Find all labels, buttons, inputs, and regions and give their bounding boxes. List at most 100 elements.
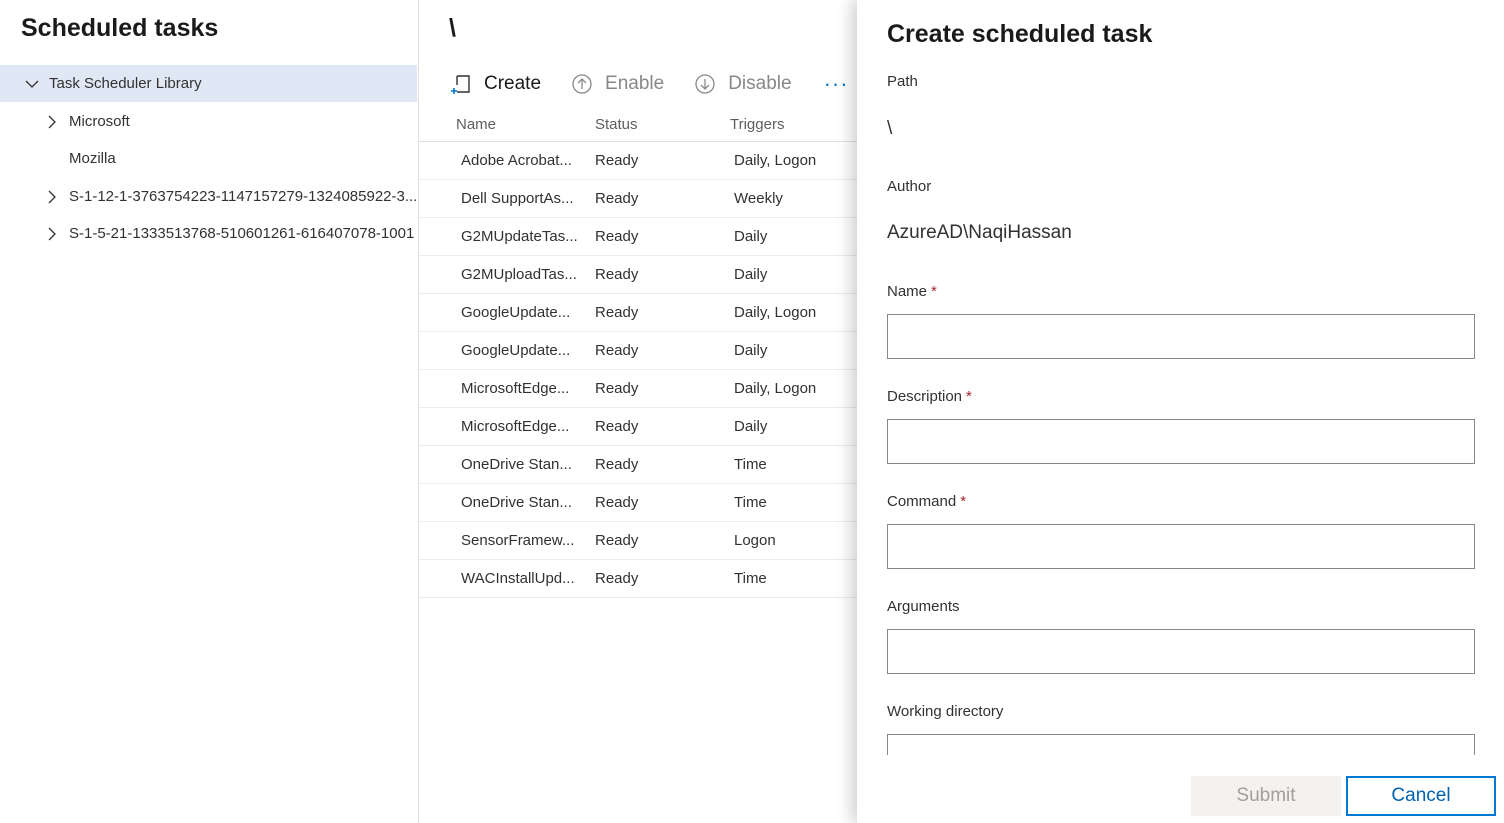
task-name: GoogleUpdate... [461, 342, 571, 359]
task-name: G2MUpdateTas... [461, 228, 578, 245]
table-row[interactable]: G2MUploadTas... Ready Daily [419, 256, 857, 294]
column-header-triggers[interactable]: Triggers [730, 116, 850, 133]
task-status: Ready [595, 342, 639, 359]
chevron-right-icon[interactable] [44, 114, 60, 130]
table-row[interactable]: G2MUpdateTas... Ready Daily [419, 218, 857, 256]
table-row[interactable]: OneDrive Stan... Ready Time [419, 484, 857, 522]
task-triggers: Daily [734, 342, 768, 359]
name-label: Name * [887, 283, 937, 300]
task-status: Ready [595, 380, 639, 397]
working-directory-clip [887, 734, 1475, 755]
create-task-panel: Create scheduled task Path \ Author Azur… [857, 0, 1504, 823]
task-status: Ready [595, 570, 639, 587]
description-label-text: Description [887, 388, 963, 405]
required-mark: * [960, 493, 967, 510]
path-value: \ [887, 118, 893, 139]
task-status: Ready [595, 266, 639, 283]
table-row[interactable]: SensorFramew... Ready Logon [419, 522, 857, 560]
name-label-text: Name [887, 283, 928, 300]
arguments-label: Arguments [887, 598, 960, 615]
table-row[interactable]: Dell SupportAs... Ready Weekly [419, 180, 857, 218]
table-row[interactable]: Adobe Acrobat... Ready Daily, Logon [419, 142, 857, 180]
table-row[interactable]: MicrosoftEdge... Ready Daily [419, 408, 857, 446]
table-row[interactable]: GoogleUpdate... Ready Daily, Logon [419, 294, 857, 332]
working-directory-input[interactable] [888, 735, 1474, 755]
task-triggers: Time [734, 494, 767, 511]
task-status: Ready [595, 494, 639, 511]
description-field[interactable] [887, 419, 1475, 464]
command-input[interactable] [888, 525, 1474, 568]
folder-path-title: \ [449, 14, 456, 42]
tree-item-s-1-12-1[interactable]: S-1-12-1-3763754223-1147157279-132408592… [0, 178, 417, 215]
chevron-right-icon[interactable] [44, 189, 60, 205]
working-directory-label: Working directory [887, 703, 1004, 720]
tree-item-label: Mozilla [69, 150, 116, 167]
list-header: Name Status Triggers [419, 108, 857, 142]
column-header-status[interactable]: Status [595, 116, 730, 133]
working-directory-field[interactable] [887, 734, 1475, 755]
task-name: OneDrive Stan... [461, 494, 572, 511]
task-triggers: Daily, Logon [734, 380, 817, 397]
task-status: Ready [595, 228, 639, 245]
task-triggers: Logon [734, 532, 776, 549]
table-row[interactable]: GoogleUpdate... Ready Daily [419, 332, 857, 370]
task-name: Dell SupportAs... [461, 190, 574, 207]
task-name: G2MUploadTas... [461, 266, 577, 283]
command-field[interactable] [887, 524, 1475, 569]
task-triggers: Daily [734, 418, 768, 435]
task-name: OneDrive Stan... [461, 456, 572, 473]
panel-title: Create scheduled task [887, 20, 1153, 48]
enable-button[interactable]: Enable [571, 73, 664, 95]
tree-item-label: Microsoft [69, 113, 130, 130]
path-label: Path [887, 73, 918, 90]
chevron-down-icon[interactable] [24, 76, 40, 92]
task-status: Ready [595, 152, 639, 169]
arrow-up-circle-icon [571, 73, 593, 95]
task-triggers: Weekly [734, 190, 783, 207]
tree-item-s-1-5-21[interactable]: S-1-5-21-1333513768-510601261-616407078-… [0, 215, 417, 252]
task-name: MicrosoftEdge... [461, 418, 570, 435]
command-label-text: Command [887, 493, 957, 510]
tree-item-label: Task Scheduler Library [49, 75, 202, 92]
create-button-label: Create [484, 73, 542, 94]
name-field[interactable] [887, 314, 1475, 359]
task-name: Adobe Acrobat... [461, 152, 572, 169]
task-status: Ready [595, 456, 639, 473]
required-mark: * [966, 388, 972, 405]
enable-button-label: Enable [605, 73, 665, 94]
create-task-icon [450, 73, 472, 95]
cancel-button[interactable]: Cancel [1346, 776, 1496, 816]
tree-item-mozilla[interactable]: Mozilla [0, 140, 417, 177]
table-row[interactable]: WACInstallUpd... Ready Time [419, 560, 857, 598]
disable-button[interactable]: Disable [694, 73, 792, 95]
task-name: GoogleUpdate... [461, 304, 571, 321]
task-status: Ready [595, 532, 639, 549]
name-input[interactable] [888, 315, 1474, 358]
tree-item-label: S-1-5-21-1333513768-510601261-616407078-… [69, 225, 415, 242]
table-row[interactable]: OneDrive Stan... Ready Time [419, 446, 857, 484]
disable-button-label: Disable [728, 73, 792, 94]
task-triggers: Daily, Logon [734, 152, 817, 169]
author-value: AzureAD\NaqiHassan [887, 222, 1072, 243]
create-button[interactable]: Create [450, 73, 541, 95]
tree-item-task-scheduler-library[interactable]: Task Scheduler Library [0, 65, 417, 102]
tree-item-microsoft[interactable]: Microsoft [0, 103, 417, 140]
more-options-icon[interactable]: ··· [824, 73, 849, 95]
description-label: Description * [887, 388, 972, 405]
task-name: SensorFramew... [461, 532, 575, 549]
task-name: MicrosoftEdge... [461, 380, 570, 397]
task-triggers: Daily [734, 266, 768, 283]
task-triggers: Time [734, 456, 767, 473]
required-mark: * [931, 283, 937, 300]
table-row[interactable]: MicrosoftEdge... Ready Daily, Logon [419, 370, 857, 408]
task-status: Ready [595, 190, 639, 207]
submit-button[interactable]: Submit [1191, 776, 1341, 816]
arguments-field[interactable] [887, 629, 1475, 674]
column-header-name[interactable]: Name [419, 116, 595, 133]
task-triggers: Daily, Logon [734, 304, 817, 321]
chevron-right-icon[interactable] [44, 226, 60, 242]
task-status: Ready [595, 418, 639, 435]
description-input[interactable] [888, 420, 1474, 463]
task-triggers: Daily [734, 228, 768, 245]
arguments-input[interactable] [888, 630, 1474, 673]
